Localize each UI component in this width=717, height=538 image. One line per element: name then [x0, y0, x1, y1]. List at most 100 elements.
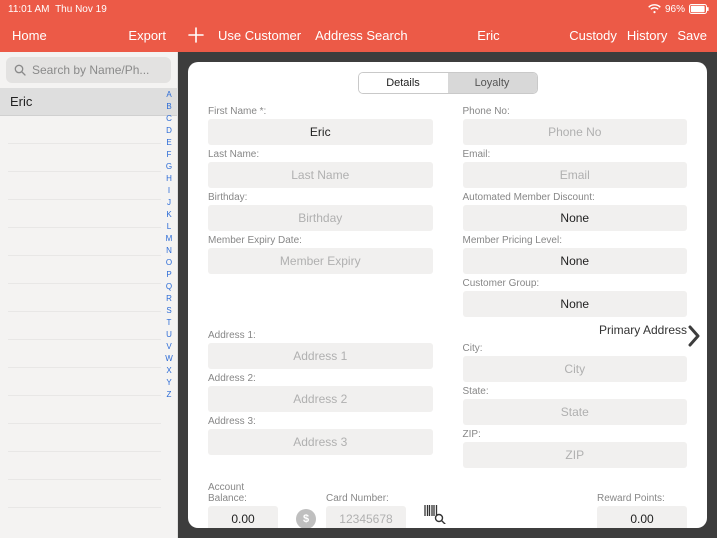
list-item	[8, 284, 161, 312]
list-item	[8, 172, 161, 200]
list-item[interactable]: Eric	[0, 88, 177, 116]
az-letter[interactable]: Z	[163, 390, 175, 401]
primary-address-heading: Primary Address	[463, 323, 688, 337]
az-letter[interactable]: T	[163, 318, 175, 329]
az-letter[interactable]: D	[163, 126, 175, 137]
battery-percent: 96%	[665, 4, 685, 15]
pricing-level-label: Member Pricing Level:	[463, 235, 688, 246]
last-name-label: Last Name:	[208, 149, 433, 160]
list-item	[8, 480, 161, 508]
az-letter[interactable]: N	[163, 246, 175, 257]
member-expiry-field[interactable]: Member Expiry	[208, 248, 433, 274]
zip-label: ZIP:	[463, 429, 688, 440]
az-letter[interactable]: V	[163, 342, 175, 353]
customer-group-label: Customer Group:	[463, 278, 688, 289]
list-item	[8, 228, 161, 256]
list-item	[8, 144, 161, 172]
az-letter[interactable]: W	[163, 354, 175, 365]
account-balance-label: Account Balance:	[208, 482, 278, 504]
az-letter[interactable]: H	[163, 174, 175, 185]
customer-group-field[interactable]: None	[463, 291, 688, 317]
date-text: Thu Nov 19	[55, 4, 107, 15]
az-letter[interactable]: C	[163, 114, 175, 125]
az-letter[interactable]: Y	[163, 378, 175, 389]
status-time: 11:01 AM Thu Nov 19	[8, 4, 107, 15]
barcode-scan-icon[interactable]	[424, 504, 446, 528]
list-item	[8, 312, 161, 340]
address3-field[interactable]: Address 3	[208, 429, 433, 455]
sidebar: Search by Name/Ph... Eric A B C D E	[0, 52, 178, 538]
time-text: 11:01 AM	[8, 4, 50, 15]
az-letter[interactable]: S	[163, 306, 175, 317]
custody-button[interactable]: Custody	[569, 28, 617, 43]
address3-label: Address 3:	[208, 416, 433, 427]
search-placeholder: Search by Name/Ph...	[32, 63, 149, 77]
reward-points-field[interactable]: 0.00	[597, 506, 687, 528]
address2-label: Address 2:	[208, 373, 433, 384]
state-field[interactable]: State	[463, 399, 688, 425]
az-letter[interactable]: G	[163, 162, 175, 173]
card-number-label: Card Number:	[326, 493, 406, 504]
az-letter[interactable]: U	[163, 330, 175, 341]
zip-field[interactable]: ZIP	[463, 442, 688, 468]
city-field[interactable]: City	[463, 356, 688, 382]
last-name-field[interactable]: Last Name	[208, 162, 433, 188]
az-letter[interactable]: P	[163, 270, 175, 281]
list-item	[8, 200, 161, 228]
chevron-right-icon[interactable]	[687, 325, 701, 352]
az-letter[interactable]: I	[163, 186, 175, 197]
account-balance-field[interactable]: 0.00	[208, 506, 278, 528]
az-letter[interactable]: M	[163, 234, 175, 245]
az-letter[interactable]: K	[163, 210, 175, 221]
card-number-field[interactable]: 12345678	[326, 506, 406, 528]
az-letter[interactable]: F	[163, 150, 175, 161]
tab-details[interactable]: Details	[359, 73, 448, 93]
az-letter[interactable]: B	[163, 102, 175, 113]
list-item	[8, 452, 161, 480]
list-item	[8, 396, 161, 424]
detail-card: Details Loyalty First Name *: Eric Last …	[188, 62, 707, 528]
list-item	[8, 116, 161, 144]
export-button[interactable]: Export	[128, 28, 178, 43]
phone-field[interactable]: Phone No	[463, 119, 688, 145]
az-letter[interactable]: Q	[163, 282, 175, 293]
phone-label: Phone No:	[463, 106, 688, 117]
home-button[interactable]: Home	[0, 28, 47, 43]
tab-loyalty[interactable]: Loyalty	[448, 73, 537, 93]
search-input[interactable]: Search by Name/Ph...	[6, 57, 171, 83]
use-customer-button[interactable]: Use Customer	[218, 28, 301, 43]
az-index[interactable]: A B C D E F G H I J K L M N O P Q R S T	[163, 88, 175, 538]
email-field[interactable]: Email	[463, 162, 688, 188]
search-icon	[14, 64, 26, 76]
az-letter[interactable]: R	[163, 294, 175, 305]
birthday-label: Birthday:	[208, 192, 433, 203]
content-area: Details Loyalty First Name *: Eric Last …	[178, 52, 717, 538]
address1-field[interactable]: Address 1	[208, 343, 433, 369]
page-title: Eric	[422, 28, 556, 43]
auto-discount-field[interactable]: None	[463, 205, 688, 231]
birthday-field[interactable]: Birthday	[208, 205, 433, 231]
dollar-icon[interactable]: $	[296, 509, 316, 528]
az-letter[interactable]: L	[163, 222, 175, 233]
list-item	[8, 424, 161, 452]
status-bar: 11:01 AM Thu Nov 19 96%	[0, 0, 717, 18]
state-label: State:	[463, 386, 688, 397]
save-button[interactable]: Save	[677, 28, 707, 43]
az-letter[interactable]: A	[163, 90, 175, 101]
wifi-icon	[648, 4, 661, 14]
history-button[interactable]: History	[627, 28, 667, 43]
address-search-button[interactable]: Address Search	[315, 28, 408, 43]
reward-points-label: Reward Points:	[597, 493, 687, 504]
auto-discount-label: Automated Member Discount:	[463, 192, 688, 203]
az-letter[interactable]: J	[163, 198, 175, 209]
address1-label: Address 1:	[208, 330, 433, 341]
address2-field[interactable]: Address 2	[208, 386, 433, 412]
az-letter[interactable]: X	[163, 366, 175, 377]
toolbar: Home Export Use Customer Address Search …	[0, 18, 717, 52]
az-letter[interactable]: E	[163, 138, 175, 149]
az-letter[interactable]: O	[163, 258, 175, 269]
pricing-level-field[interactable]: None	[463, 248, 688, 274]
first-name-field[interactable]: Eric	[208, 119, 433, 145]
add-icon[interactable]	[188, 27, 204, 43]
member-expiry-label: Member Expiry Date:	[208, 235, 433, 246]
